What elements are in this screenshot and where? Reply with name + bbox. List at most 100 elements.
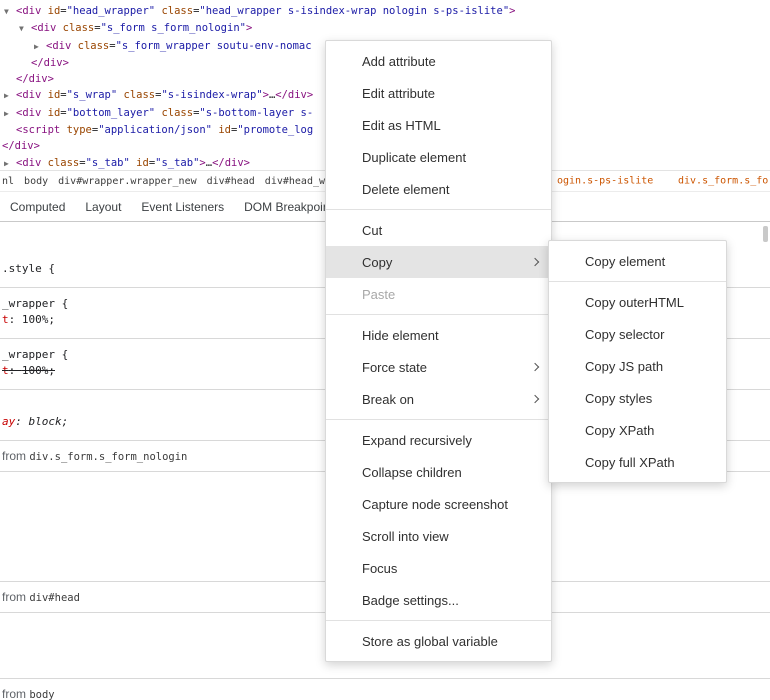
menu-item-copy-element[interactable]: Copy element: [549, 245, 726, 277]
code-token: <div: [16, 89, 41, 101]
menu-item-hide-element[interactable]: Hide element: [326, 319, 551, 351]
menu-item-edit-as-html[interactable]: Edit as HTML: [326, 109, 551, 141]
devtools-window: ▼<div id="head_wrapper" class="head_wrap…: [0, 0, 770, 700]
menu-item-label: Collapse children: [362, 465, 462, 480]
tab-layout[interactable]: Layout: [75, 192, 131, 221]
node-link-body[interactable]: body: [29, 689, 54, 700]
css-token[interactable]: 100%: [22, 364, 49, 377]
css-property[interactable]: t: [2, 313, 9, 326]
code-token: "s-bottom-layer s-: [199, 107, 313, 119]
menu-item-copy[interactable]: Copy: [326, 246, 551, 278]
tab-computed[interactable]: Computed: [0, 192, 75, 221]
code-token: "s_tab": [155, 157, 199, 169]
collapse-arrow-icon[interactable]: ▼: [19, 21, 31, 37]
menu-item-add-attribute[interactable]: Add attribute: [326, 45, 551, 77]
menu-item-label: Duplicate element: [362, 150, 466, 165]
menu-item-label: Delete element: [362, 182, 449, 197]
menu-item-cut[interactable]: Cut: [326, 214, 551, 246]
submenu-chevron-icon: [531, 363, 539, 371]
css-token: ;: [48, 313, 55, 326]
menu-item-copy-styles[interactable]: Copy styles: [549, 382, 726, 414]
css-token: :: [9, 364, 22, 377]
code-token: "s-isindex-wrap": [161, 89, 262, 101]
menu-item-edit-attribute[interactable]: Edit attribute: [326, 77, 551, 109]
menu-item-break-on[interactable]: Break on: [326, 383, 551, 415]
inherited-label: from: [2, 590, 29, 604]
menu-item-duplicate-element[interactable]: Duplicate element: [326, 141, 551, 173]
css-selector[interactable]: .style {: [2, 262, 55, 275]
expand-arrow-icon[interactable]: ▶: [4, 88, 16, 104]
menu-item-label: Force state: [362, 360, 427, 375]
expand-arrow-icon[interactable]: ▶: [34, 39, 46, 55]
code-token: </div>: [2, 140, 40, 152]
code-token: <div: [31, 22, 56, 34]
menu-separator: [326, 419, 551, 420]
menu-separator: [326, 209, 551, 210]
code-token: "s_tab": [86, 157, 130, 169]
css-property[interactable]: t: [2, 364, 9, 377]
code-token: <div: [16, 157, 41, 169]
code-token: "application/json": [98, 124, 212, 136]
code-token: </div>: [16, 73, 54, 85]
breadcrumb-item-body[interactable]: body: [24, 176, 48, 187]
menu-item-store-as-global-variable[interactable]: Store as global variable: [326, 625, 551, 657]
menu-item-force-state[interactable]: Force state: [326, 351, 551, 383]
expand-arrow-icon[interactable]: ▶: [4, 156, 16, 170]
menu-item-label: Scroll into view: [362, 529, 449, 544]
menu-item-scroll-into-view[interactable]: Scroll into view: [326, 520, 551, 552]
menu-item-label: Capture node screenshot: [362, 497, 508, 512]
dom-tree-line[interactable]: ▼<div id="head_wrapper" class="head_wrap…: [0, 3, 770, 20]
breadcrumb-item-ogin-s-ps-islite[interactable]: ogin.s-ps-islite: [557, 176, 653, 187]
code-token: <div: [16, 107, 41, 119]
code-token: class: [78, 40, 110, 52]
code-token: class: [161, 5, 193, 17]
menu-item-copy-js-path[interactable]: Copy JS path: [549, 350, 726, 382]
breadcrumb-item-nl[interactable]: nl: [2, 176, 14, 187]
code-token: id: [136, 157, 149, 169]
code-token: "head_wrapper": [67, 5, 156, 17]
menu-item-delete-element[interactable]: Delete element: [326, 173, 551, 205]
menu-separator: [549, 281, 726, 282]
code-token: class: [63, 22, 95, 34]
inherited-label: from: [2, 687, 29, 700]
css-property[interactable]: ay: [2, 415, 15, 428]
scrollbar-thumb[interactable]: [763, 226, 768, 242]
expand-arrow-icon[interactable]: ▶: [4, 106, 16, 122]
code-token: "promote_log: [237, 124, 313, 136]
menu-item-copy-selector[interactable]: Copy selector: [549, 318, 726, 350]
menu-item-label: Copy element: [585, 254, 665, 269]
node-link-div-head[interactable]: div#head: [29, 592, 80, 604]
menu-item-collapse-children[interactable]: Collapse children: [326, 456, 551, 488]
css-token[interactable]: block: [29, 415, 62, 428]
inherited-from: from body: [0, 679, 770, 700]
breadcrumb-item-div-head[interactable]: div#head: [207, 176, 255, 187]
menu-item-copy-xpath[interactable]: Copy XPath: [549, 414, 726, 446]
context-menu: Add attribute Edit attributeEdit as HTML D…: [325, 40, 552, 662]
menu-item-label: Focus: [362, 561, 397, 576]
code-token: </div>: [212, 157, 250, 169]
tab-event-listeners[interactable]: Event Listeners: [131, 192, 234, 221]
collapse-arrow-icon[interactable]: ▼: [4, 4, 16, 20]
menu-item-copy-full-xpath[interactable]: Copy full XPath: [549, 446, 726, 478]
code-token: "s_wrap": [67, 89, 118, 101]
inherited-label: from: [2, 449, 29, 463]
breadcrumb-item-div-s-form-s-form-nolog[interactable]: div.s_form.s_form_nolog: [678, 176, 770, 187]
menu-item-label: Cut: [362, 223, 382, 238]
menu-item-label: Hide element: [362, 328, 439, 343]
css-token: ;: [48, 364, 55, 377]
menu-item-badge-settings[interactable]: Badge settings...: [326, 584, 551, 616]
css-token: :: [15, 415, 28, 428]
menu-item-expand-recursively[interactable]: Expand recursively: [326, 424, 551, 456]
dom-tree-line[interactable]: ▼<div class="s_form s_form_nologin">: [0, 20, 770, 37]
menu-item-focus[interactable]: Focus: [326, 552, 551, 584]
code-token: </div>: [275, 89, 313, 101]
menu-item-capture-node-screenshot[interactable]: Capture node screenshot: [326, 488, 551, 520]
submenu-chevron-icon: [531, 395, 539, 403]
menu-item-copy-outerhtml[interactable]: Copy outerHTML: [549, 286, 726, 318]
css-selector[interactable]: _wrapper {: [2, 297, 68, 310]
node-link-div-s-form-s-form-nologin[interactable]: div.s_form.s_form_nologin: [29, 451, 187, 463]
breadcrumb-item-div-wrapper-wrapper-new[interactable]: div#wrapper.wrapper_new: [58, 176, 196, 187]
menu-item-label: Add attribute: [362, 54, 436, 69]
css-selector[interactable]: _wrapper {: [2, 348, 68, 361]
css-token[interactable]: 100%: [22, 313, 49, 326]
